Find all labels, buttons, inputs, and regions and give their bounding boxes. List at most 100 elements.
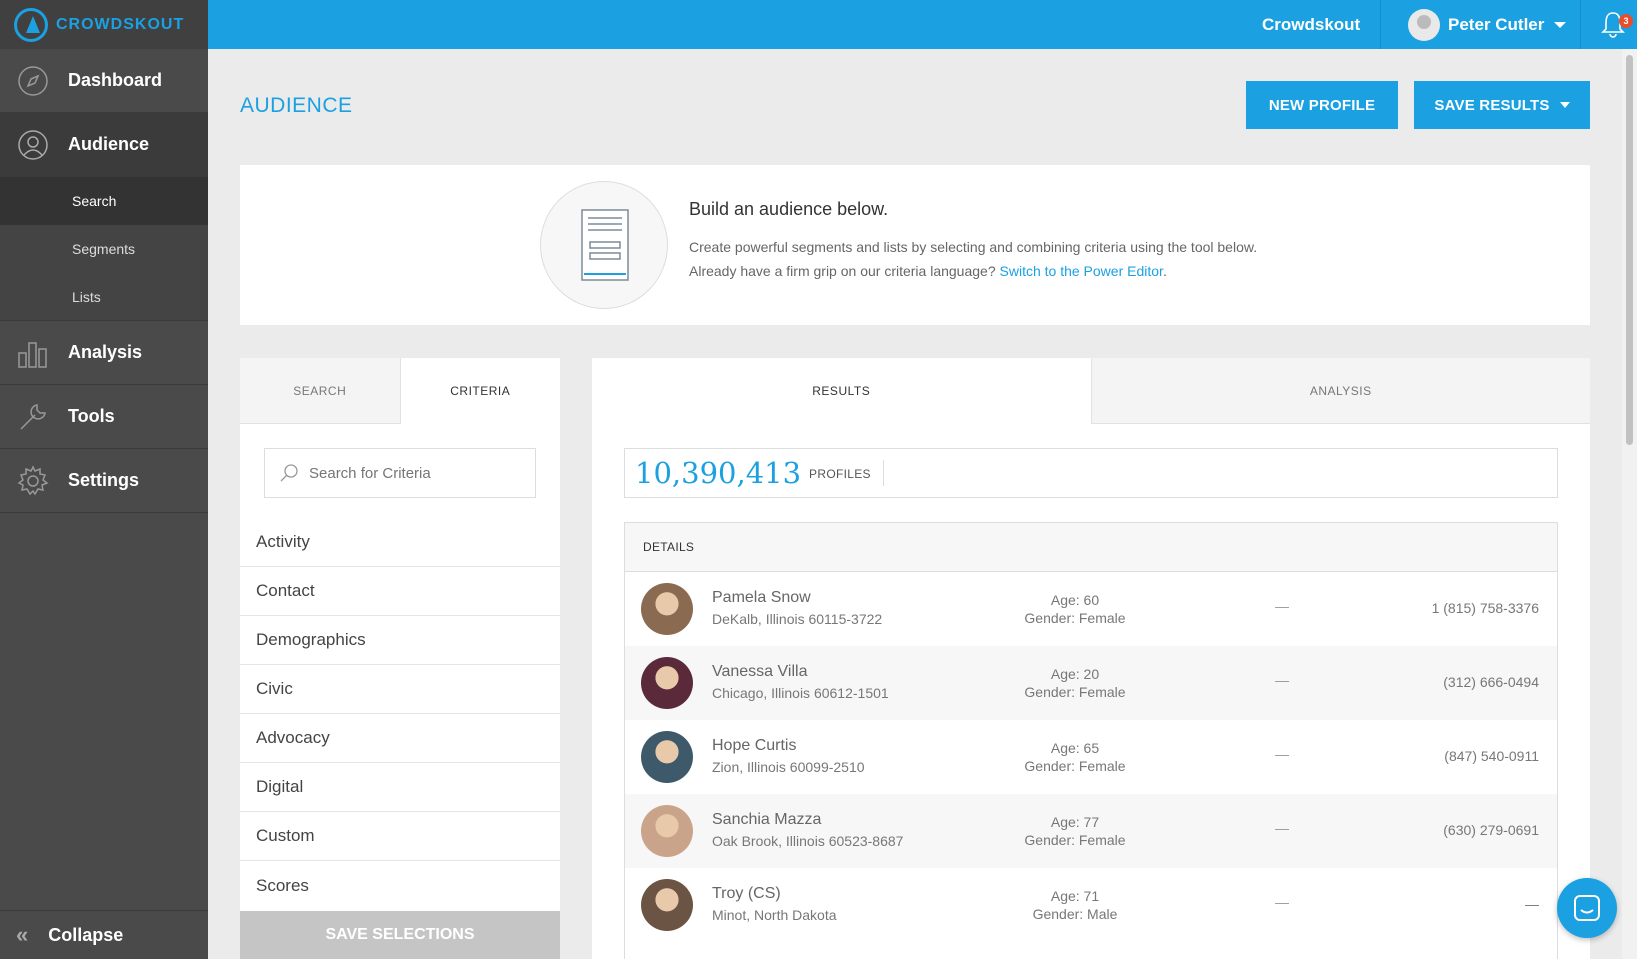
intro-line-1: Create powerful segments and lists by se… bbox=[689, 239, 1258, 255]
profile-age: Age: 20 bbox=[1050, 666, 1100, 682]
sidebar-item-analysis[interactable]: Analysis bbox=[0, 321, 208, 385]
sidebar-item-settings[interactable]: Settings bbox=[0, 449, 208, 513]
logo-mark-icon bbox=[14, 7, 48, 42]
table-row[interactable]: Hope Curtis Zion, Illinois 60099-2510 Age:… bbox=[625, 720, 1557, 794]
chat-launcher-button[interactable] bbox=[1557, 878, 1617, 938]
criteria-item-custom[interactable]: Custom bbox=[240, 812, 560, 861]
sidebar-subitem-lists[interactable]: Lists bbox=[0, 273, 208, 321]
logo[interactable]: CROWDSKOUT bbox=[0, 0, 208, 49]
page-scrollbar[interactable] bbox=[1622, 49, 1637, 959]
tab-search[interactable]: SEARCH bbox=[240, 358, 401, 424]
criteria-tabs: SEARCH CRITERIA bbox=[240, 358, 560, 424]
criteria-item-advocacy[interactable]: Advocacy bbox=[240, 714, 560, 763]
scrollbar-thumb[interactable] bbox=[1626, 55, 1633, 445]
details-rows: Pamela Snow DeKalb, Illinois 60115-3722 Ag… bbox=[625, 572, 1557, 942]
criteria-search-box bbox=[264, 448, 536, 498]
table-row[interactable]: Sanchia Mazza Oak Brook, Illinois 60523-8… bbox=[625, 794, 1557, 868]
details-header: DETAILS bbox=[625, 523, 1557, 572]
sidebar: CROWDSKOUT Dashboard Audience Search Seg… bbox=[0, 0, 208, 959]
profile-phone: (312) 666-0494 bbox=[1443, 674, 1539, 690]
profile-gender: Gender: Female bbox=[1024, 832, 1126, 848]
sidebar-subitem-segments[interactable]: Segments bbox=[0, 225, 208, 273]
profile-phone: (630) 279-0691 bbox=[1443, 822, 1539, 838]
sidebar-item-dashboard[interactable]: Dashboard bbox=[0, 49, 208, 113]
details-table: DETAILS Pamela Snow DeKalb, Illinois 6011… bbox=[624, 522, 1558, 959]
top-divider bbox=[1380, 0, 1381, 49]
intro-line-2-text: Already have a firm grip on our criteria… bbox=[689, 263, 996, 279]
table-row[interactable]: Troy (CS) Minot, North Dakota Age: 71 Gende… bbox=[625, 868, 1557, 942]
notification-badge: 3 bbox=[1619, 14, 1633, 28]
sidebar-item-label: Dashboard bbox=[68, 70, 163, 90]
avatar[interactable] bbox=[641, 805, 693, 857]
collapse-button[interactable]: « Collapse bbox=[0, 910, 208, 959]
profile-age: Age: 71 bbox=[1050, 888, 1100, 904]
profile-age: Age: 77 bbox=[1050, 814, 1100, 830]
criteria-search-input[interactable] bbox=[309, 464, 529, 482]
gear-icon bbox=[16, 464, 50, 498]
avatar[interactable] bbox=[641, 583, 693, 635]
sidebar-item-tools[interactable]: Tools bbox=[0, 385, 208, 449]
caret-down-icon bbox=[1554, 21, 1567, 28]
power-editor-link[interactable]: Switch to the Power Editor bbox=[1000, 263, 1163, 279]
org-switcher[interactable]: Crowdskout bbox=[1262, 0, 1360, 49]
profile-gender: Gender: Male bbox=[1032, 906, 1118, 922]
profile-location: Oak Brook, Illinois 60523-8687 bbox=[712, 833, 904, 849]
profile-name[interactable]: Vanessa Villa bbox=[712, 663, 807, 681]
profile-age-gender: Age: 65 Gender: Female bbox=[1005, 739, 1145, 775]
profile-location: Minot, North Dakota bbox=[712, 907, 837, 923]
profile-location: Zion, Illinois 60099-2510 bbox=[712, 759, 865, 775]
avatar bbox=[1408, 8, 1440, 41]
criteria-item-digital[interactable]: Digital bbox=[240, 763, 560, 812]
sidebar-subitem-search[interactable]: Search bbox=[0, 177, 208, 225]
results-panel: RESULTS ANALYSIS 10,390,413 PROFILES DET… bbox=[592, 358, 1590, 959]
criteria-list: Activity Contact Demographics Civic Advo… bbox=[240, 518, 560, 910]
profile-age-gender: Age: 77 Gender: Female bbox=[1005, 813, 1145, 849]
profile-count-box: 10,390,413 PROFILES bbox=[624, 448, 1558, 498]
profile-email-empty: — bbox=[1275, 598, 1289, 614]
table-row[interactable]: Pamela Snow DeKalb, Illinois 60115-3722 Ag… bbox=[625, 572, 1557, 646]
profile-name[interactable]: Hope Curtis bbox=[712, 737, 796, 755]
profile-phone: 1 (815) 758-3376 bbox=[1431, 600, 1539, 616]
user-menu[interactable]: Peter Cutler bbox=[1408, 0, 1567, 49]
top-bar: Crowdskout Peter Cutler 3 bbox=[208, 0, 1637, 49]
profile-name[interactable]: Pamela Snow bbox=[712, 589, 811, 607]
criteria-item-scores[interactable]: Scores bbox=[240, 861, 560, 910]
sidebar-item-label: Settings bbox=[68, 470, 140, 490]
sidebar-item-audience[interactable]: Audience bbox=[0, 113, 208, 177]
table-row[interactable]: Vanessa Villa Chicago, Illinois 60612-150… bbox=[625, 646, 1557, 720]
logo-text: CROWDSKOUT bbox=[56, 15, 185, 33]
criteria-item-civic[interactable]: Civic bbox=[240, 665, 560, 714]
avatar[interactable] bbox=[641, 731, 693, 783]
criteria-item-contact[interactable]: Contact bbox=[240, 567, 560, 616]
criteria-panel: SEARCH CRITERIA Activity Contact Demogra… bbox=[240, 358, 560, 959]
user-name: Peter Cutler bbox=[1448, 14, 1545, 34]
sidebar-item-label: Audience bbox=[68, 134, 150, 154]
criteria-item-demographics[interactable]: Demographics bbox=[240, 616, 560, 665]
avatar[interactable] bbox=[641, 879, 693, 931]
document-illustration-icon bbox=[540, 181, 668, 309]
new-profile-label: NEW PROFILE bbox=[1268, 96, 1376, 114]
profile-age: Age: 65 bbox=[1050, 740, 1100, 756]
criteria-item-activity[interactable]: Activity bbox=[240, 518, 560, 567]
sidebar-item-label: Tools bbox=[68, 406, 115, 426]
tab-results[interactable]: RESULTS bbox=[592, 358, 1091, 424]
wrench-icon bbox=[16, 400, 50, 434]
collapse-label: Collapse bbox=[48, 924, 124, 945]
profile-location: Chicago, Illinois 60612-1501 bbox=[712, 685, 889, 701]
avatar[interactable] bbox=[641, 657, 693, 709]
save-selections-button[interactable]: SAVE SELECTIONS bbox=[240, 911, 560, 959]
new-profile-button[interactable]: NEW PROFILE bbox=[1246, 81, 1398, 129]
search-icon bbox=[280, 464, 298, 482]
profile-age-gender: Age: 20 Gender: Female bbox=[1005, 665, 1145, 701]
profile-gender: Gender: Female bbox=[1024, 610, 1126, 626]
profile-name[interactable]: Troy (CS) bbox=[712, 885, 781, 903]
profile-location: DeKalb, Illinois 60115-3722 bbox=[712, 611, 883, 627]
profile-email-empty: — bbox=[1275, 894, 1289, 910]
profile-name[interactable]: Sanchia Mazza bbox=[712, 811, 821, 829]
tab-criteria[interactable]: CRITERIA bbox=[400, 358, 560, 424]
profile-gender: Gender: Female bbox=[1024, 758, 1126, 774]
save-results-button[interactable]: SAVE RESULTS bbox=[1414, 81, 1590, 129]
compass-icon bbox=[16, 64, 50, 98]
tab-analysis[interactable]: ANALYSIS bbox=[1090, 358, 1590, 424]
intro-title: Build an audience below. bbox=[689, 199, 889, 219]
